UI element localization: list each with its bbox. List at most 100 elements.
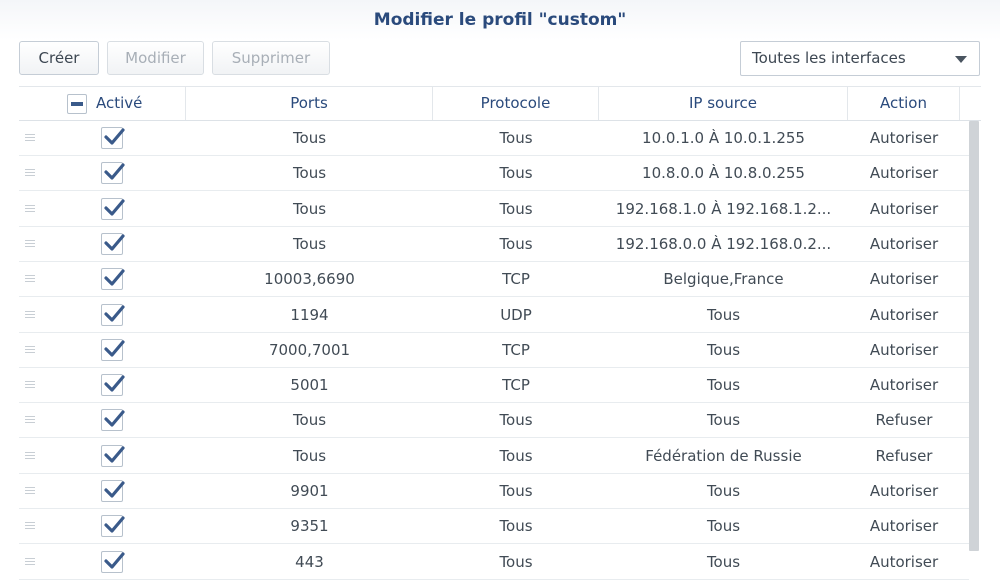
rule-ports: Tous [292, 129, 327, 147]
modify-button[interactable]: Modifier [107, 41, 204, 75]
rule-source-ip: Tous [706, 482, 741, 500]
interface-select[interactable]: Toutes les interfaces [740, 41, 980, 76]
vertical-scrollbar[interactable] [969, 121, 979, 551]
checkmark-icon [104, 481, 125, 498]
rule-ports: 10003,6690 [264, 270, 355, 289]
rule-enabled-checkbox[interactable] [101, 444, 125, 467]
drag-handle-icon[interactable] [25, 310, 35, 318]
table-row[interactable]: 1194 UDP Tous Autoriser [19, 298, 969, 333]
drag-handle-icon[interactable] [25, 275, 35, 283]
checkmark-icon [104, 304, 125, 322]
rule-ports: 5001 [290, 376, 329, 395]
table-row[interactable]: Tous Tous Fédération de Russie Refuser [19, 439, 969, 474]
table-row[interactable]: 7000,7001 TCP Tous Autoriser [19, 333, 969, 368]
rule-enabled-checkbox[interactable] [101, 268, 125, 291]
drag-handle-icon[interactable] [25, 416, 35, 424]
column-header-ports[interactable]: Ports [186, 87, 433, 120]
rule-ports: Tous [292, 411, 327, 430]
edit-profile-dialog: Modifier le profil "custom" Créer Modifi… [0, 0, 1000, 584]
table-row[interactable]: 9351 Tous Tous Autoriser [19, 509, 969, 545]
column-header-protocol[interactable]: Protocole [433, 87, 599, 120]
drag-handle-icon[interactable] [25, 204, 35, 212]
column-header-enabled[interactable]: Activé [19, 87, 186, 120]
rule-enabled-checkbox[interactable] [101, 232, 125, 255]
rule-source-ip: Belgique,France [663, 270, 784, 289]
select-all-checkbox[interactable] [67, 94, 87, 114]
rule-protocol: Tous [499, 552, 533, 571]
table-row[interactable]: 10003,6690 TCP Belgique,France Autoriser [19, 262, 969, 298]
rule-action: Autoriser [869, 340, 939, 359]
rule-enabled-checkbox[interactable] [101, 338, 125, 361]
rule-enabled-checkbox[interactable] [101, 515, 125, 538]
checkmark-icon [104, 128, 125, 145]
table-row[interactable]: 443 Tous Tous Autoriser [19, 545, 969, 580]
rule-protocol: Tous [499, 199, 533, 218]
checkmark-icon [104, 375, 125, 392]
column-header-enabled-label: Activé [96, 94, 143, 112]
rule-ports: Tous [292, 199, 327, 218]
checkmark-icon [104, 163, 125, 180]
drag-handle-icon[interactable] [25, 134, 35, 141]
rule-protocol: Tous [499, 517, 533, 536]
checkmark-icon [104, 234, 125, 251]
rule-ports: 9351 [290, 517, 329, 536]
rule-enabled-checkbox[interactable] [101, 303, 125, 326]
drag-handle-icon[interactable] [25, 487, 35, 494]
rule-action: Autoriser [869, 129, 939, 147]
checkmark-icon [104, 516, 125, 533]
rule-action: Autoriser [869, 552, 939, 571]
rule-action: Autoriser [869, 482, 939, 500]
rule-protocol: TCP [502, 340, 530, 359]
drag-handle-icon[interactable] [25, 451, 35, 459]
rule-ports: 1194 [290, 305, 329, 324]
rule-action: Autoriser [869, 517, 939, 536]
rule-source-ip: Tous [706, 340, 741, 359]
table-row[interactable]: Tous Tous 10.0.1.0 À 10.0.1.255 Autoriser [19, 121, 969, 156]
interface-select-value: Toutes les interfaces [752, 49, 906, 67]
create-button[interactable]: Créer [19, 41, 99, 75]
rule-ports: 9901 [290, 482, 329, 500]
rule-action: Autoriser [869, 234, 939, 253]
rule-source-ip: Fédération de Russie [645, 446, 802, 465]
rule-enabled-checkbox[interactable] [101, 197, 125, 220]
rule-protocol: Tous [499, 234, 533, 253]
table-row[interactable]: 5001 TCP Tous Autoriser [19, 368, 969, 404]
rule-source-ip: Tous [706, 517, 741, 536]
rule-enabled-checkbox[interactable] [101, 127, 125, 149]
rule-enabled-checkbox[interactable] [101, 374, 125, 397]
checkmark-icon [104, 340, 125, 357]
drag-handle-icon[interactable] [25, 557, 35, 565]
drag-handle-icon[interactable] [25, 239, 35, 247]
table-row[interactable]: Tous Tous 192.168.0.0 À 192.168.0.2... Auto… [19, 227, 969, 262]
grid-header: Activé Ports Protocole IP source Action [19, 86, 981, 121]
rule-protocol: Tous [499, 482, 533, 500]
rule-source-ip: Tous [706, 376, 741, 395]
drag-handle-icon[interactable] [25, 345, 35, 353]
drag-handle-icon[interactable] [25, 522, 35, 530]
rule-protocol: Tous [499, 129, 533, 147]
rule-ports: Tous [292, 234, 327, 253]
table-row[interactable]: Tous Tous 192.168.1.0 À 192.168.1.2... Auto… [19, 192, 969, 227]
rule-enabled-checkbox[interactable] [101, 480, 125, 502]
rule-action: Autoriser [869, 376, 939, 395]
column-header-source-ip[interactable]: IP source [599, 87, 848, 120]
dialog-title: Modifier le profil "custom" [0, 0, 1000, 40]
table-row[interactable]: Tous Tous 10.8.0.0 À 10.8.0.255 Autoriser [19, 156, 969, 192]
rule-action: Autoriser [869, 270, 939, 289]
rule-source-ip: 192.168.0.0 À 192.168.0.2... [615, 234, 832, 253]
checkmark-icon [104, 198, 125, 216]
drag-handle-icon[interactable] [25, 169, 35, 177]
column-header-action[interactable]: Action [848, 87, 960, 120]
delete-button[interactable]: Supprimer [212, 41, 330, 75]
table-row[interactable]: 9901 Tous Tous Autoriser [19, 474, 969, 509]
checkmark-icon [104, 269, 125, 286]
table-row[interactable]: Tous Tous Tous Refuser [19, 403, 969, 439]
rules-grid: Activé Ports Protocole IP source Action … [19, 86, 981, 584]
drag-handle-icon[interactable] [25, 381, 35, 389]
rule-enabled-checkbox[interactable] [101, 162, 125, 185]
rule-enabled-checkbox[interactable] [101, 409, 125, 432]
rule-ports: 7000,7001 [268, 340, 351, 359]
rule-enabled-checkbox[interactable] [101, 550, 125, 573]
checkmark-icon [104, 446, 125, 463]
rule-protocol: Tous [499, 411, 533, 430]
